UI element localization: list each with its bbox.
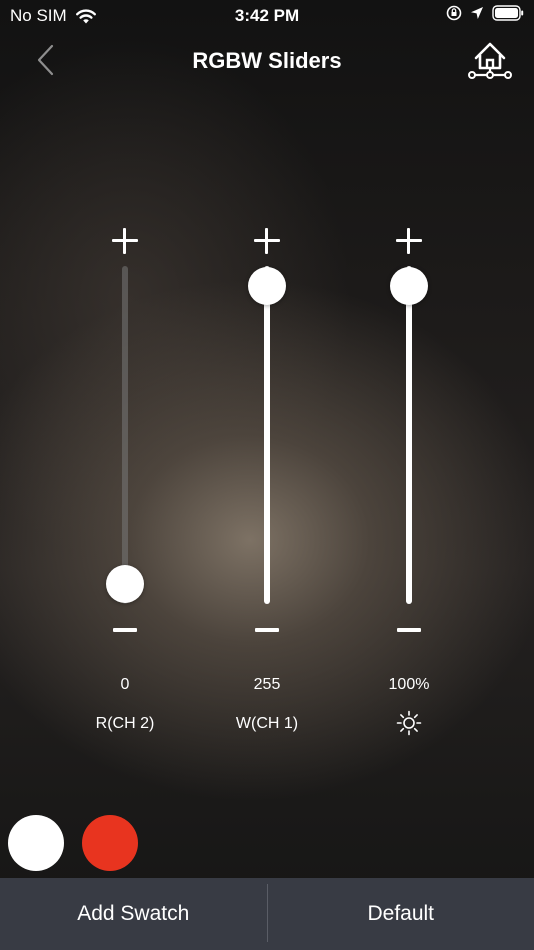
- slider-track[interactable]: [264, 266, 270, 604]
- battery-icon: [492, 5, 524, 21]
- slider-value: 0: [120, 676, 130, 693]
- page-title: RGBW Sliders: [192, 48, 342, 73]
- status-right: [446, 5, 524, 21]
- nav-bar: RGBW Sliders: [0, 38, 534, 84]
- sun-icon: [396, 710, 422, 736]
- slider-value: 100%: [388, 676, 430, 693]
- minus-icon[interactable]: [397, 628, 421, 632]
- plus-icon[interactable]: [396, 228, 422, 254]
- slider-label: R(CH 2): [95, 715, 155, 732]
- minus-icon[interactable]: [113, 628, 137, 632]
- orientation-lock-icon: [446, 5, 462, 21]
- slider-brightness: 100%: [369, 222, 449, 742]
- bottom-bar: Add Swatch Default: [0, 878, 534, 950]
- minus-icon[interactable]: [255, 628, 279, 632]
- slider-track[interactable]: [406, 266, 412, 604]
- slider-fill: [264, 266, 270, 604]
- plus-icon[interactable]: [112, 228, 138, 254]
- plus-icon[interactable]: [254, 228, 280, 254]
- slider-thumb[interactable]: [390, 267, 428, 305]
- swatch-red[interactable]: [82, 815, 138, 871]
- add-swatch-button[interactable]: Add Swatch: [0, 878, 267, 950]
- status-bar: No SIM 3:42 PM: [0, 0, 534, 32]
- slider-white: 255 W(CH 1): [227, 222, 307, 742]
- slider-fill: [406, 266, 412, 604]
- slider-red: 0 R(CH 2): [85, 222, 165, 742]
- slider-value: 255: [253, 676, 281, 693]
- swatch-white[interactable]: [8, 815, 64, 871]
- slider-thumb[interactable]: [106, 565, 144, 603]
- default-button[interactable]: Default: [268, 878, 534, 950]
- slider-track[interactable]: [122, 266, 128, 604]
- location-arrow-icon: [471, 7, 483, 19]
- slider-label: W(CH 1): [235, 715, 299, 732]
- home-network-icon[interactable]: [466, 38, 514, 84]
- slider-thumb[interactable]: [248, 267, 286, 305]
